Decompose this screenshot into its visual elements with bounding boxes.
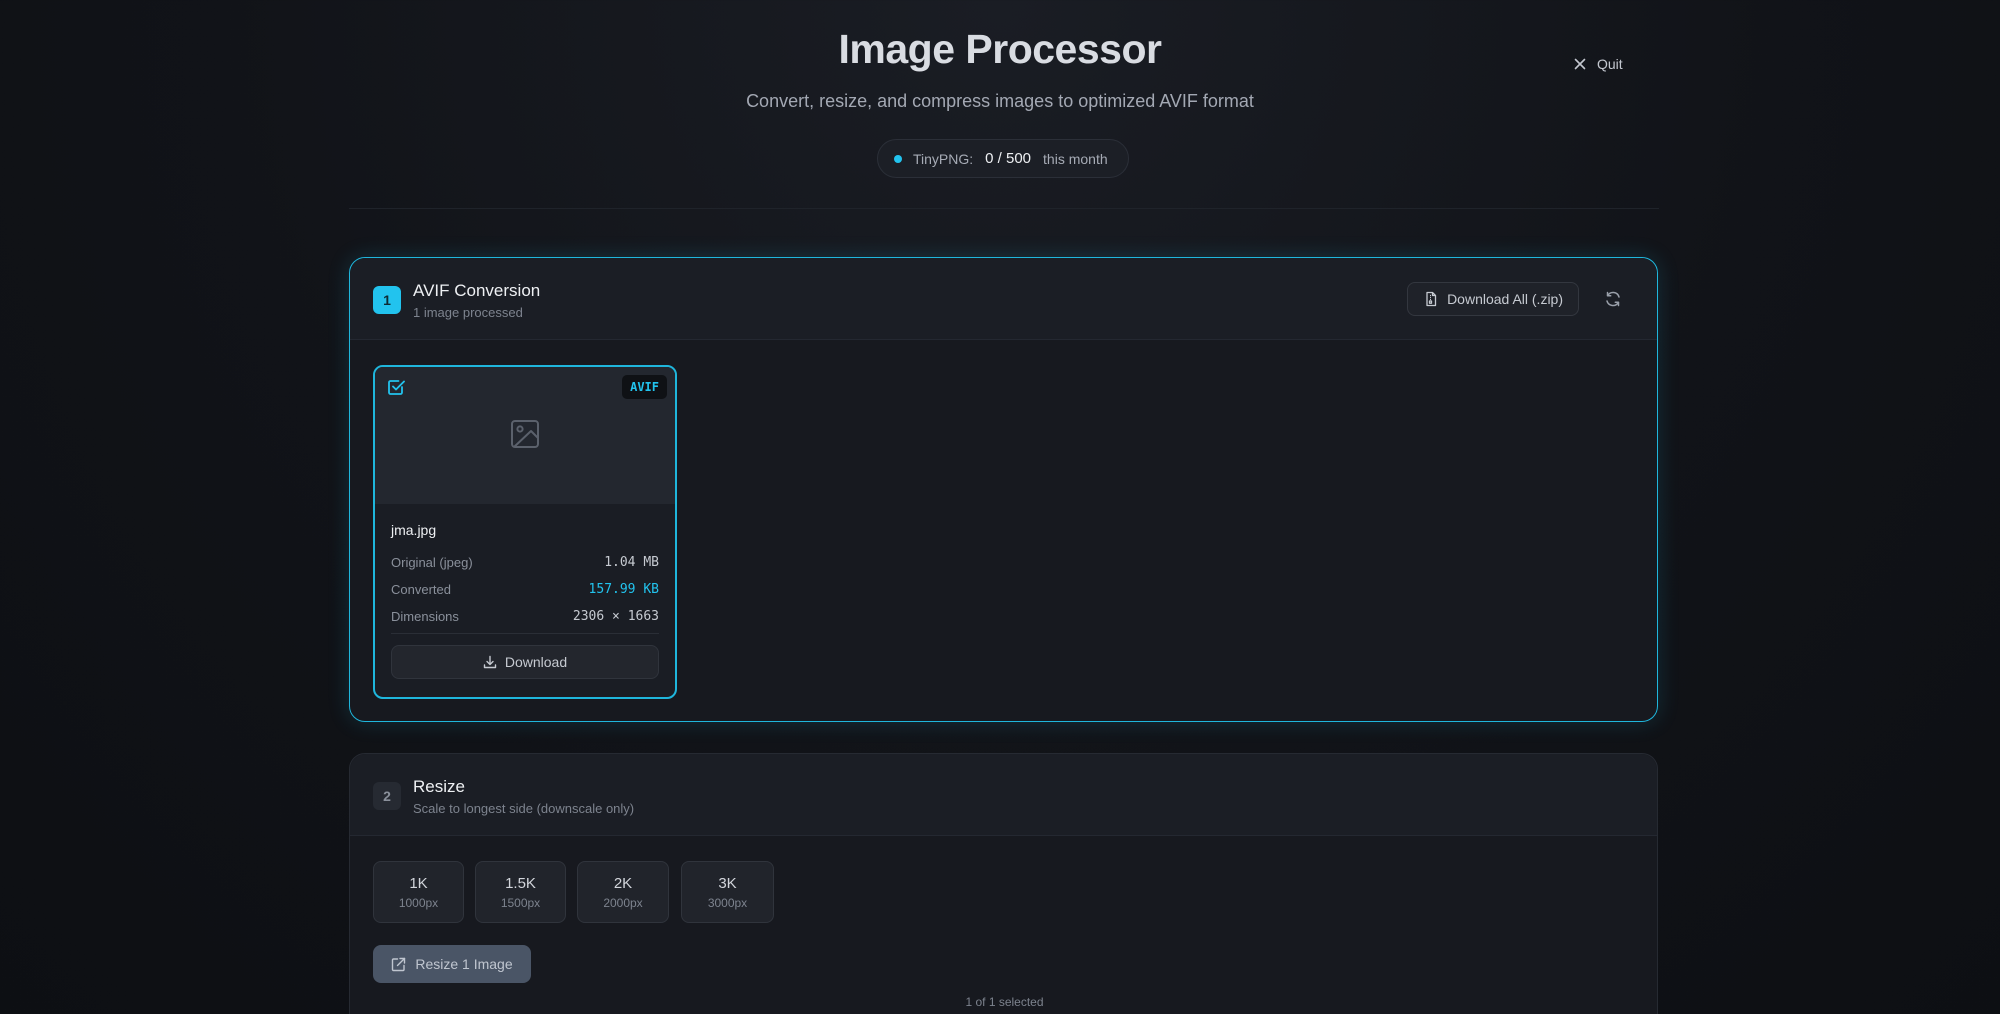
- preset-size: 1000px: [398, 895, 439, 910]
- resize-icon: [392, 957, 406, 971]
- row-value: 157.99 KB: [588, 581, 659, 597]
- panel-header: 1 AVIF Conversion 1 image processed Down…: [350, 258, 1657, 340]
- preset-size: 1500px: [500, 895, 541, 910]
- page-title: Image Processor: [838, 26, 1162, 72]
- status-dot-icon: [894, 154, 902, 163]
- row-label: Dimensions: [391, 608, 459, 624]
- refresh-icon[interactable]: [1603, 289, 1623, 309]
- image-card[interactable]: AVIF jma.jpg Original (jpeg) 1.04 MB Con…: [373, 365, 677, 699]
- file-archive-icon: [1426, 291, 1437, 307]
- converted-size-row: Converted 157.99 KB: [391, 580, 659, 598]
- row-label: Converted: [391, 581, 451, 597]
- selection-count: 1 of 1 selected: [965, 995, 1044, 1009]
- row-label: Original (jpeg): [391, 554, 473, 570]
- header: Image Processor Convert, resize, and com…: [0, 0, 2000, 210]
- preset-size: 2000px: [603, 895, 643, 910]
- resize-images-button[interactable]: Resize 1 Image: [373, 945, 531, 983]
- preset-3k-button[interactable]: 3K 3000px: [681, 861, 774, 923]
- preset-label: 3K: [718, 874, 737, 892]
- file-name: jma.jpg: [391, 522, 437, 538]
- download-button[interactable]: Download: [391, 645, 659, 679]
- quota-pill: TinyPNG: 0 / 500 this month: [877, 139, 1129, 178]
- resize-panel: 2 Resize Scale to longest side (downscal…: [349, 753, 1658, 1014]
- image-placeholder-icon: [511, 420, 539, 448]
- quota-suffix: this month: [1043, 150, 1108, 167]
- preset-label: 1.5K: [505, 874, 536, 892]
- quota-value: 0 / 500: [985, 150, 1032, 167]
- preset-label: 1K: [409, 874, 428, 892]
- original-size-row: Original (jpeg) 1.04 MB: [391, 553, 659, 571]
- image-thumbnail: AVIF: [375, 367, 675, 504]
- preset-2k-button[interactable]: 2K 2000px: [577, 861, 669, 923]
- preset-label: 2K: [613, 874, 633, 892]
- card-divider: [391, 633, 659, 634]
- resize-button-label: Resize 1 Image: [415, 956, 513, 972]
- download-label: Download: [504, 654, 568, 670]
- download-all-button[interactable]: Download All (.zip): [1407, 282, 1579, 316]
- preset-1-5k-button[interactable]: 1.5K 1500px: [475, 861, 566, 923]
- page-subtitle: Convert, resize, and compress images to …: [746, 91, 1254, 111]
- step-badge: 2: [373, 782, 401, 810]
- dimensions-row: Dimensions 2306 × 1663: [391, 607, 659, 625]
- row-value: 1.04 MB: [604, 554, 659, 570]
- quit-label: Quit: [1597, 56, 1623, 72]
- preset-1k-button[interactable]: 1K 1000px: [373, 861, 464, 923]
- row-value: 2306 × 1663: [572, 608, 659, 624]
- avif-conversion-panel: 1 AVIF Conversion 1 image processed Down…: [349, 257, 1658, 722]
- panel-subtitle: 1 image processed: [413, 305, 523, 320]
- panel-subtitle: Scale to longest side (downscale only): [413, 801, 635, 816]
- download-all-label: Download All (.zip): [1447, 291, 1563, 307]
- checkbox-checked-icon[interactable]: [386, 377, 406, 397]
- header-divider: [349, 208, 1659, 209]
- panel-title: AVIF Conversion: [413, 281, 541, 300]
- preset-size: 3000px: [707, 895, 748, 910]
- quit-button[interactable]: Quit: [1572, 52, 1623, 76]
- quota-label: TinyPNG:: [913, 150, 974, 167]
- panel-title: Resize: [413, 777, 465, 796]
- close-icon: [1574, 58, 1586, 70]
- step-badge: 1: [373, 286, 401, 314]
- format-badge: AVIF: [622, 375, 667, 399]
- panel-header: 2 Resize Scale to longest side (downscal…: [350, 754, 1657, 836]
- download-icon: [483, 655, 497, 669]
